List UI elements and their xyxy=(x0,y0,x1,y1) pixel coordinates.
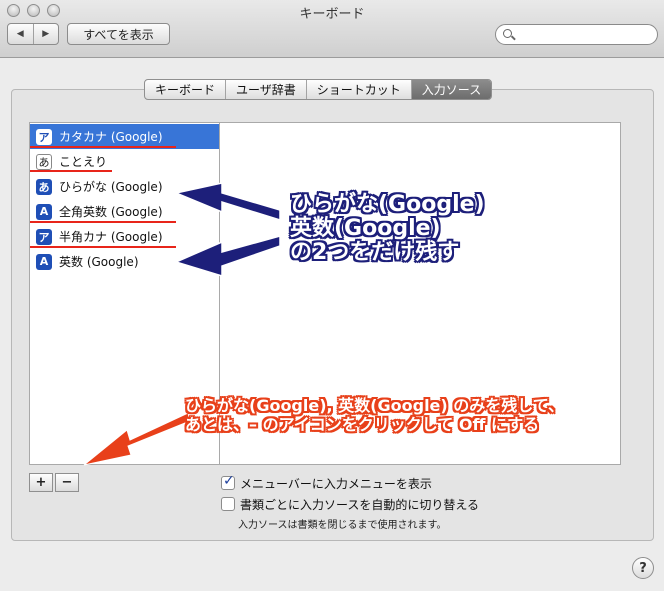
input-source-label: カタカナ (Google) xyxy=(59,130,163,144)
hiragana-icon: あ xyxy=(36,178,52,195)
remove-marker-underline xyxy=(30,221,176,223)
katakana-icon: ア xyxy=(36,228,52,245)
input-source-row[interactable]: A 英数 (Google) xyxy=(30,249,219,274)
forward-button[interactable]: ▶ xyxy=(32,24,59,44)
search-input[interactable] xyxy=(495,24,658,45)
annotation-line: ひらがな(Google), 英数(Google) のみを残して、 xyxy=(185,396,565,415)
tab-keyboard[interactable]: キーボード xyxy=(145,80,227,99)
remove-instruction-annotation: ひらがな(Google), 英数(Google) のみを残して、 あとは、– の… xyxy=(185,396,564,434)
remove-input-source-button[interactable]: − xyxy=(55,473,79,492)
window-title: キーボード xyxy=(299,7,365,22)
katakana-icon: ア xyxy=(36,128,52,145)
remove-marker-underline xyxy=(30,170,112,172)
remove-marker-underline xyxy=(30,246,176,248)
per-document-source-checkbox[interactable] xyxy=(221,497,235,511)
input-source-label: 全角英数 (Google) xyxy=(59,205,163,219)
input-source-label: ことえり xyxy=(59,155,108,169)
help-button[interactable]: ? xyxy=(632,557,654,579)
show-input-menu-label: メニューバーに入力メニューを表示 xyxy=(240,477,432,491)
tab-bar: キーボード ユーザ辞書 ショートカット 入力ソース xyxy=(144,79,493,100)
input-source-row[interactable]: あ ひらがな (Google) xyxy=(30,174,219,199)
per-document-source-label: 書類ごとに入力ソースを自動的に切り替える xyxy=(240,498,480,512)
annotation-line: あとは、– のアイコンをクリックして Off にする xyxy=(185,415,540,434)
search-icon xyxy=(503,29,512,38)
window-toolbar: キーボード ◀ ▶ すべてを表示 xyxy=(0,0,664,58)
keep-items-annotation: ひらがな(Google) 英数(Google) の2つをだけ残す xyxy=(290,193,485,265)
remove-marker-underline xyxy=(30,146,176,148)
tab-shortcuts[interactable]: ショートカット xyxy=(307,80,412,99)
back-forward-control: ◀ ▶ xyxy=(7,23,59,45)
per-document-note: 入力ソースは書類を閉じるまで使用されます。 xyxy=(238,520,447,531)
tab-input-sources[interactable]: 入力ソース xyxy=(411,80,492,99)
show-all-button[interactable]: すべてを表示 xyxy=(67,23,170,45)
annotation-line: ひらがな(Google) xyxy=(290,192,485,217)
tab-user-dictionary[interactable]: ユーザ辞書 xyxy=(226,80,307,99)
annotation-line: 英数(Google) xyxy=(290,216,441,241)
annotation-line: の2つをだけ残す xyxy=(290,240,460,265)
input-source-label: 半角カナ (Google) xyxy=(59,230,163,244)
add-input-source-button[interactable]: + xyxy=(29,473,53,492)
input-source-label: ひらがな (Google) xyxy=(59,180,163,194)
input-source-label: 英数 (Google) xyxy=(59,255,139,269)
hiragana-icon: あ xyxy=(36,153,52,170)
alphanumeric-icon: A xyxy=(36,203,52,220)
alphanumeric-icon: A xyxy=(36,253,52,270)
back-button[interactable]: ◀ xyxy=(8,24,33,44)
show-input-menu-checkbox[interactable] xyxy=(221,473,235,490)
